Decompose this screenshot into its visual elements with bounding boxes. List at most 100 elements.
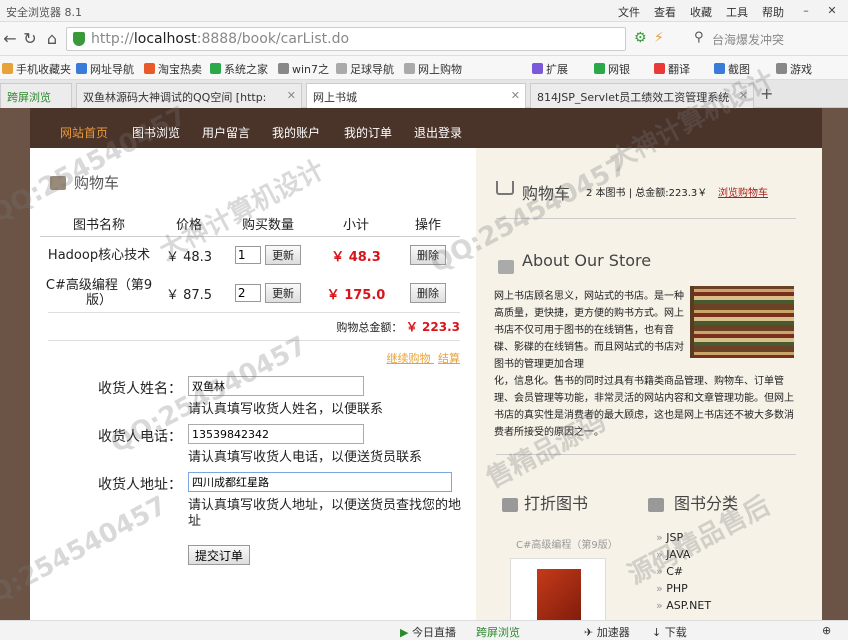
address-label: 收货人地址： — [98, 477, 182, 493]
search-icon[interactable]: ⚲ — [694, 30, 704, 45]
book-icon — [498, 260, 514, 274]
menu-tools[interactable]: 工具 — [726, 4, 748, 20]
ornament-divider — [496, 218, 796, 224]
new-tab-icon[interactable]: + — [760, 84, 773, 103]
quantity-input[interactable] — [234, 284, 261, 302]
sidebar-cart-title: 购物车 — [522, 184, 571, 203]
menu-file[interactable]: 文件 — [618, 4, 640, 20]
nav-logout[interactable]: 退出登录 — [414, 124, 462, 141]
mobile-icon — [2, 63, 13, 74]
bookmark-nav[interactable]: 网址导航 — [76, 61, 134, 77]
nav-orders[interactable]: 我的订单 — [344, 124, 392, 141]
search-placeholder: 台海爆发冲突 — [712, 33, 785, 47]
receiver-phone-input[interactable] — [188, 424, 364, 444]
tab-jsp-system[interactable]: 814JSP_Servlet员工绩效工资管理系统 ✕ — [530, 83, 754, 108]
category-java[interactable]: JAVA — [656, 548, 690, 561]
toolbar-extensions[interactable]: 扩展 — [532, 61, 568, 77]
row-subtotal: ￥ 48.3 — [331, 249, 381, 265]
menu-favorites[interactable]: 收藏 — [690, 4, 712, 20]
translate-icon — [654, 63, 665, 74]
cart-header-row: 图书名称 价格 购买数量 小计 操作 — [40, 212, 460, 237]
system-icon — [210, 63, 221, 74]
refresh-icon[interactable]: ↻ — [20, 29, 40, 48]
name-hint: 请认真填写收货人姓名，以便联系 — [188, 402, 384, 417]
nav-messages[interactable]: 用户留言 — [202, 124, 250, 141]
bookmark-mobile[interactable]: 手机收藏夹 — [2, 61, 71, 77]
football-icon — [336, 63, 347, 74]
phone-hint: 请认真填写收货人电话，以便送货员联系 — [188, 450, 423, 465]
address-bar-row: ← ↻ ⌂ http://localhost:8888/book/carList… — [0, 22, 848, 56]
menu-view[interactable]: 查看 — [654, 4, 676, 20]
submit-order-button[interactable]: 提交订单 — [188, 545, 251, 565]
divider — [48, 340, 460, 341]
close-tab-icon[interactable]: ✕ — [287, 89, 296, 102]
download-button[interactable]: ↓ 下载 — [652, 624, 687, 640]
toolbar-screenshot[interactable]: 截图 — [714, 61, 750, 77]
address-input[interactable]: http://localhost:8888/book/carList.do — [66, 27, 626, 51]
continue-shopping-link[interactable]: 继续购物 — [387, 352, 431, 365]
menu-help[interactable]: 帮助 — [762, 4, 784, 20]
delete-button[interactable]: 删除 — [410, 245, 446, 266]
win7-icon — [278, 63, 289, 74]
delete-button[interactable]: 删除 — [410, 283, 446, 303]
update-button[interactable]: 更新 — [265, 283, 302, 303]
minimize-icon[interactable]: – — [796, 2, 816, 19]
ornament-divider — [496, 454, 796, 460]
site-nav: 网站首页 图书浏览 用户留言 我的账户 我的订单 退出登录 — [30, 108, 822, 148]
tab-bookstore[interactable]: 网上书城 ✕ — [306, 83, 526, 108]
sidebar: 购物车 2 本图书 | 总金额:223.3￥ 浏览购物车 About Our S… — [476, 148, 822, 620]
web-page: 网站首页 图书浏览 用户留言 我的账户 我的订单 退出登录 购物车 图书名称 价… — [30, 108, 822, 620]
update-button[interactable]: 更新 — [265, 245, 302, 266]
discount-title: 打折图书 — [524, 494, 589, 513]
bookmark-shopping[interactable]: 网上购物 — [404, 61, 462, 77]
toolbar-translate[interactable]: 翻译 — [654, 61, 690, 77]
name-label: 收货人姓名： — [98, 381, 182, 397]
tab-qq-space[interactable]: 双鱼林源码大神调试的QQ空间 [http: ✕ — [76, 83, 302, 108]
table-row: C#高级编程（第9版） ￥ 87.5 更新 ￥ 175.0 删除 — [40, 274, 460, 312]
live-button[interactable]: ▶ 今日直播 — [400, 624, 456, 640]
view-cart-link[interactable]: 浏览购物车 — [718, 184, 768, 199]
taobao-icon — [144, 63, 155, 74]
compat-icon[interactable]: ⚙ — [634, 30, 647, 46]
gamepad-icon — [776, 63, 787, 74]
cart-links: 继续购物 结算 — [387, 350, 461, 366]
accelerator-button[interactable]: ✈ 加速器 — [584, 624, 630, 640]
category-aspnet[interactable]: ASP.NET — [656, 599, 711, 612]
nav-icon — [76, 63, 87, 74]
book-cover-image — [537, 569, 581, 620]
nav-home[interactable]: 网站首页 — [60, 124, 108, 141]
sidebar-cart-summary: 2 本图书 | 总金额:223.3￥ — [586, 188, 708, 199]
search-input[interactable]: ⚙ ⚡ ⚲ 台海爆发冲突 — [634, 27, 844, 51]
close-window-icon[interactable]: ✕ — [822, 2, 842, 19]
discount-book-name[interactable]: C#高级编程（第9版） — [516, 536, 618, 551]
col-price: 价格 — [158, 212, 220, 237]
toolbar-bank[interactable]: 网银 — [594, 61, 630, 77]
home-icon[interactable]: ⌂ — [42, 29, 62, 48]
extension-icon — [532, 63, 543, 74]
receiver-name-input[interactable] — [188, 376, 364, 396]
discount-book-cover[interactable] — [510, 558, 606, 620]
close-tab-icon[interactable]: ✕ — [511, 89, 520, 102]
nav-browse[interactable]: 图书浏览 — [132, 124, 180, 141]
checkout-link[interactable]: 结算 — [438, 352, 460, 365]
quantity-input[interactable] — [234, 246, 261, 265]
bookmark-bar: 手机收藏夹 网址导航 淘宝热卖 系统之家 win7之 足球导航 网上购物 扩展 … — [0, 56, 848, 80]
zoom-icon[interactable]: ⊕ — [822, 624, 831, 637]
toolbar-games[interactable]: 游戏 — [776, 61, 812, 77]
bookmark-win7[interactable]: win7之 — [278, 61, 329, 77]
bookmark-syszj[interactable]: 系统之家 — [210, 61, 268, 77]
back-icon[interactable]: ← — [0, 29, 20, 48]
speed-icon[interactable]: ⚡ — [654, 30, 664, 46]
category-jsp[interactable]: JSP — [656, 531, 683, 544]
category-php[interactable]: PHP — [656, 582, 688, 595]
nav-account[interactable]: 我的账户 — [272, 124, 320, 141]
receiver-address-input[interactable] — [188, 472, 452, 492]
tab-cross-screen[interactable]: 跨屏浏览 — [0, 83, 72, 108]
bookmark-football[interactable]: 足球导航 — [336, 61, 394, 77]
category-csharp[interactable]: C# — [656, 565, 683, 578]
close-tab-icon[interactable]: ✕ — [739, 89, 748, 102]
bookmark-taobao[interactable]: 淘宝热卖 — [144, 61, 202, 77]
divider — [48, 312, 460, 313]
cross-screen-button[interactable]: 跨屏浏览 — [476, 624, 520, 640]
col-qty: 购买数量 — [220, 212, 316, 237]
